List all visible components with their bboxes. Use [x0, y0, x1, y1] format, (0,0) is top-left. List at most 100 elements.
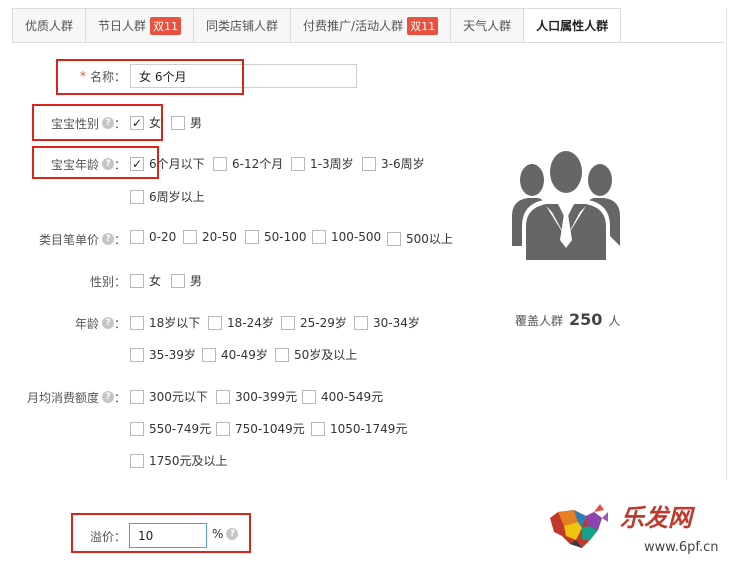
help-icon[interactable]: ?: [101, 391, 114, 403]
unit-price-label: 类目笔单价?：: [20, 230, 126, 248]
tab-paid-promo-crowd[interactable]: 付费推广/活动人群 双11: [290, 8, 452, 43]
colon: ：: [113, 390, 126, 405]
baby-age-3-6y-checkbox[interactable]: 3-6周岁: [362, 155, 425, 172]
unit-price-20-50-checkbox[interactable]: 20-50: [183, 230, 237, 244]
checkbox-unchecked: [130, 347, 144, 362]
checkbox-label: 女: [149, 274, 162, 288]
baby-age-6-12m-checkbox[interactable]: 6-12个月: [213, 155, 283, 172]
help-icon[interactable]: ?: [101, 233, 114, 245]
help-icon[interactable]: ?: [101, 317, 114, 329]
checkbox-unchecked: [171, 115, 185, 130]
baby-gender-male-checkbox[interactable]: 男: [171, 114, 202, 131]
age-label: 年龄?：: [20, 314, 126, 332]
checkbox-unchecked: [202, 347, 216, 362]
checkbox-unchecked: [291, 156, 305, 171]
checkbox-unchecked: [312, 230, 326, 244]
label-text: 年龄: [74, 316, 99, 331]
spend-under300-checkbox[interactable]: 300元以下: [130, 388, 208, 405]
checkbox-unchecked: [245, 230, 259, 244]
baby-age-over6y-checkbox[interactable]: 6周岁以上: [130, 188, 205, 205]
unit-price-0-20-checkbox[interactable]: 0-20: [130, 230, 176, 244]
checkbox-label: 1050-1749元: [330, 422, 408, 436]
checkbox-unchecked: [216, 389, 230, 404]
gender-female-checkbox[interactable]: 女: [130, 272, 161, 289]
age-25-29-checkbox[interactable]: 25-29岁: [281, 314, 347, 331]
checkbox-unchecked: [130, 453, 144, 468]
tab-similar-shop-crowd[interactable]: 同类店铺人群: [193, 8, 292, 43]
unit-price-500plus-checkbox[interactable]: 500以上: [387, 230, 453, 247]
checkbox-unchecked: [130, 315, 144, 330]
checkbox-unchecked: [362, 156, 376, 171]
checkbox-label: 300-399元: [235, 390, 298, 404]
label-text: 性别：: [89, 274, 126, 289]
watermark-logo: 乐发网 www.6pf.cn: [550, 503, 719, 555]
highlight-premium: [71, 513, 251, 553]
checkbox-unchecked: [208, 315, 222, 330]
monthly-spend-label: 月均消费额度?：: [8, 388, 126, 406]
checkbox-unchecked: [216, 421, 230, 436]
logo-text: 乐发网: [620, 503, 696, 532]
panel-right-border: [726, 8, 727, 480]
checkbox-label: 750-1049元: [235, 422, 305, 436]
checkbox-label: 3-6周岁: [381, 157, 425, 171]
checkbox-unchecked: [130, 189, 144, 204]
checkbox-label: 50岁及以上: [294, 348, 358, 362]
tab-label: 优质人群: [25, 19, 74, 33]
tab-label: 付费推广/活动人群: [303, 19, 404, 33]
age-under18-checkbox[interactable]: 18岁以下: [130, 314, 200, 331]
checkbox-unchecked: [213, 156, 227, 171]
tab-weather-crowd[interactable]: 天气人群: [450, 8, 525, 43]
tab-demographic-crowd[interactable]: 人口属性人群: [523, 8, 622, 43]
crowd-icon: [512, 147, 620, 262]
checkbox-unchecked: [302, 389, 316, 404]
label-text: 类目笔单价: [38, 232, 99, 247]
spend-750-1049-checkbox[interactable]: 750-1049元: [216, 420, 305, 437]
unit-price-50-100-checkbox[interactable]: 50-100: [245, 230, 307, 244]
spend-550-749-checkbox[interactable]: 550-749元: [130, 420, 211, 437]
checkbox-unchecked: [354, 315, 368, 330]
spend-1750plus-checkbox[interactable]: 1750元及以上: [130, 452, 228, 469]
tab-bar: 优质人群 节日人群 双11 同类店铺人群 付费推广/活动人群 双11 天气人群 人口…: [12, 8, 622, 43]
tab-holiday-crowd[interactable]: 节日人群 双11: [85, 8, 195, 43]
checkbox-label: 500以上: [406, 232, 453, 246]
checkbox-unchecked: [130, 273, 144, 288]
gender-male-checkbox[interactable]: 男: [171, 272, 202, 289]
age-35-39-checkbox[interactable]: 35-39岁: [130, 346, 196, 363]
checkbox-label: 6周岁以上: [149, 190, 205, 204]
double11-badge: 双11: [407, 16, 439, 35]
checkbox-label: 300元以下: [149, 390, 208, 404]
checkbox-label: 30-34岁: [373, 316, 420, 330]
double11-badge: 双11: [150, 16, 182, 35]
coverage-prefix: 覆盖人群: [515, 314, 564, 328]
checkbox-label: 18岁以下: [149, 316, 201, 330]
coverage-suffix: 人: [608, 314, 621, 328]
spend-400-549-checkbox[interactable]: 400-549元: [302, 388, 383, 405]
age-30-34-checkbox[interactable]: 30-34岁: [354, 314, 420, 331]
checkbox-label: 1750元及以上: [149, 454, 228, 468]
tab-label: 人口属性人群: [536, 19, 609, 33]
coverage-summary: 覆盖人群 250 人: [515, 310, 620, 329]
checkbox-unchecked: [281, 315, 295, 330]
age-50plus-checkbox[interactable]: 50岁及以上: [275, 346, 357, 363]
age-40-49-checkbox[interactable]: 40-49岁: [202, 346, 268, 363]
spend-1050-1749-checkbox[interactable]: 1050-1749元: [311, 420, 407, 437]
baby-age-1-3y-checkbox[interactable]: 1-3周岁: [291, 155, 354, 172]
logo-url: www.6pf.cn: [644, 540, 719, 555]
checkbox-label: 40-49岁: [221, 348, 268, 362]
tab-divider: [12, 42, 724, 43]
checkbox-label: 100-500: [331, 230, 382, 244]
checkbox-label: 50-100: [264, 230, 307, 244]
spend-300-399-checkbox[interactable]: 300-399元: [216, 388, 297, 405]
highlight-name: [56, 59, 244, 95]
gender-label: 性别：: [20, 272, 126, 290]
unit-price-100-500-checkbox[interactable]: 100-500: [312, 230, 381, 244]
age-18-24-checkbox[interactable]: 18-24岁: [208, 314, 274, 331]
checkbox-unchecked: [130, 421, 144, 436]
tab-quality-crowd[interactable]: 优质人群: [12, 8, 87, 43]
checkbox-label: 400-549元: [321, 390, 384, 404]
label-text: 月均消费额度: [26, 390, 99, 405]
checkbox-label: 1-3周岁: [310, 157, 354, 171]
colon: ：: [113, 232, 126, 247]
tab-label: 同类店铺人群: [206, 19, 279, 33]
colon: ：: [113, 316, 126, 331]
